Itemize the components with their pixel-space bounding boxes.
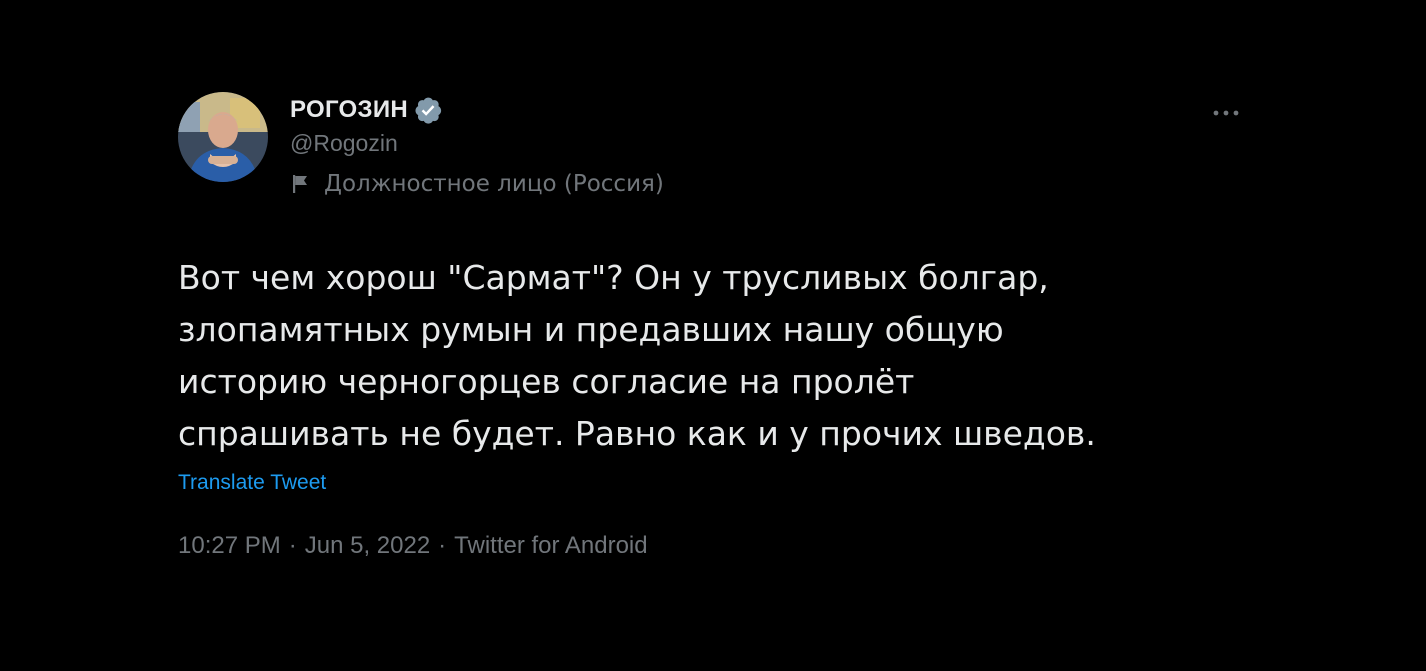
tweet-text-line: историю черногорцев согласие на пролёт <box>178 362 915 401</box>
author-block: РОГОЗИН @Rogozin Должностное лицо (Росси… <box>290 92 664 197</box>
avatar-image <box>178 92 268 182</box>
handle[interactable]: @Rogozin <box>290 130 664 157</box>
verified-badge-icon[interactable] <box>413 95 443 125</box>
more-horizontal-icon <box>1211 103 1241 122</box>
tweet-text-line: Вот чем хорош "Сармат"? Он у трусливых б… <box>178 258 1049 297</box>
name-row: РОГОЗИН <box>290 92 664 128</box>
tweet-time[interactable]: 10:27 PM <box>178 532 281 559</box>
translate-tweet-link[interactable]: Translate Tweet <box>178 471 326 495</box>
affiliation-label: Должностное лицо (Россия) <box>290 171 664 197</box>
affiliation-text: Должностное лицо (Россия) <box>324 171 664 197</box>
tweet-text-line: спрашивать не будет. Равно как и у прочи… <box>178 414 1096 453</box>
meta-separator: · <box>288 532 297 559</box>
avatar[interactable] <box>178 92 268 182</box>
flag-icon <box>290 173 312 195</box>
display-name[interactable]: РОГОЗИН <box>290 96 408 124</box>
tweet-meta: 10:27 PM · Jun 5, 2022 · Twitter for Android <box>178 532 648 560</box>
tweet-text: Вот чем хорош "Сармат"? Он у трусливых б… <box>178 252 1248 460</box>
tweet-date[interactable]: Jun 5, 2022 <box>305 532 430 559</box>
tweet-source: Twitter for Android <box>454 532 648 559</box>
tweet-text-line: злопамятных румын и предавших нашу общую <box>178 310 1004 349</box>
more-button[interactable] <box>1204 94 1248 130</box>
meta-separator: · <box>438 532 447 559</box>
